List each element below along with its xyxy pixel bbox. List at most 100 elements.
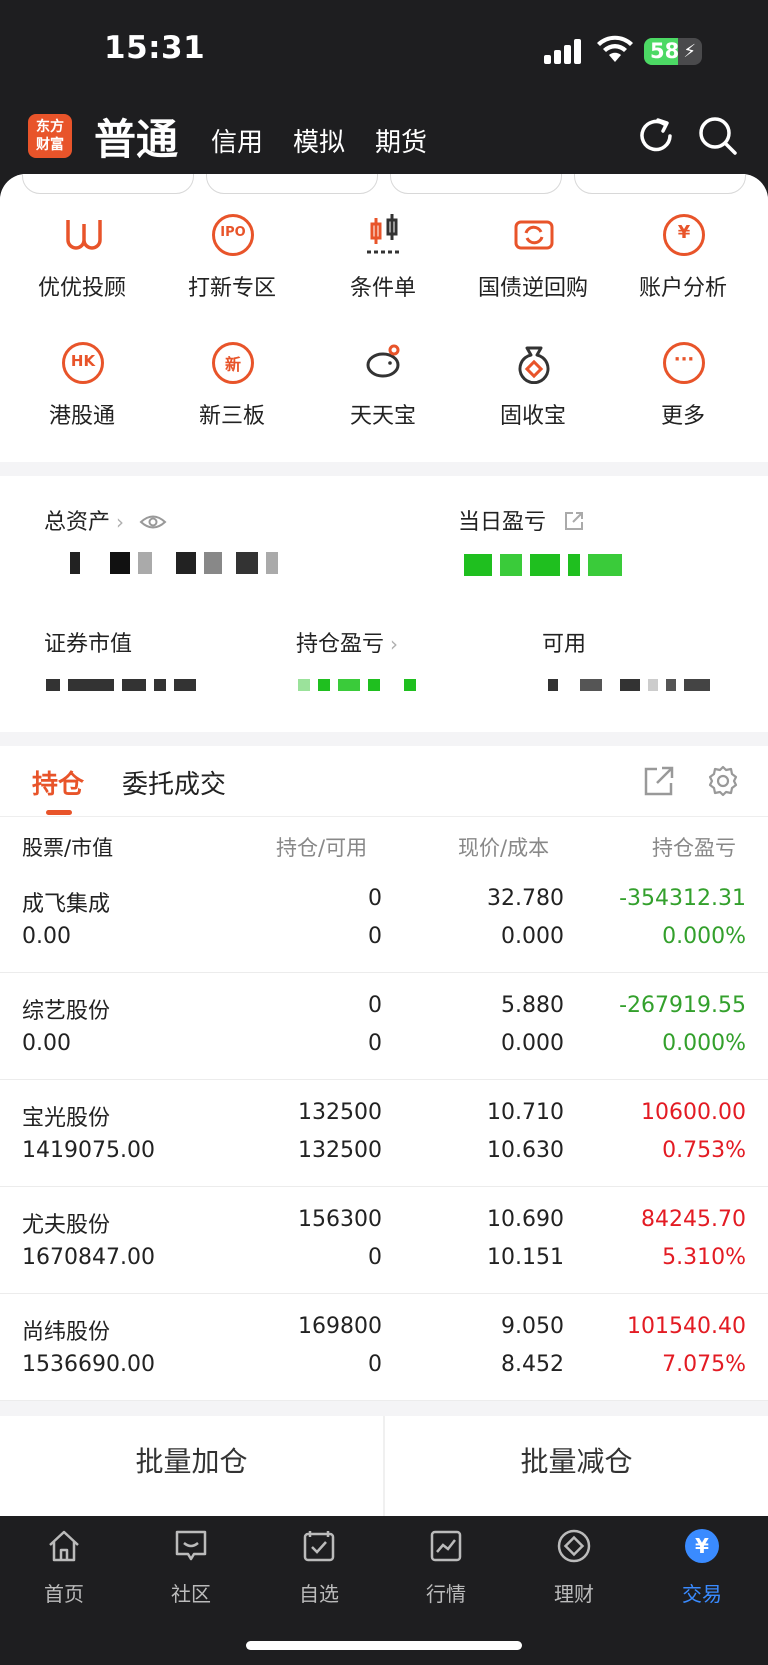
position-pnl-pct: 7.075%: [662, 1352, 746, 1377]
home-icon: [49, 1530, 79, 1562]
total-assets-text: 总资产: [44, 510, 111, 535]
nav-item-community[interactable]: 社区: [141, 1528, 241, 1608]
tab-orders[interactable]: 委托成交: [122, 764, 226, 801]
nav-item-wealth[interactable]: 理财: [524, 1528, 624, 1608]
market-value-masked: [46, 676, 204, 691]
yen-analysis-icon: ¥: [663, 214, 705, 256]
available-qty: 0: [368, 1245, 382, 1270]
quick-action-pill[interactable]: [574, 174, 746, 194]
ipo-icon: IPO: [212, 214, 254, 256]
position-qty: 132500: [298, 1100, 382, 1125]
tab-futures[interactable]: 期货: [375, 122, 427, 159]
holding-row[interactable]: 综艺股份 0.00 0 0 5.880 0.000 -267919.55 0.000%: [0, 973, 768, 1080]
daily-pnl-text: 当日盈亏: [458, 510, 547, 535]
current-price: 10.710: [487, 1100, 564, 1125]
total-assets-masked: [70, 552, 286, 574]
eye-icon[interactable]: [139, 513, 167, 531]
current-price: 5.880: [501, 993, 564, 1018]
grid-item-neeq[interactable]: 新 新三板: [157, 342, 307, 462]
header-divider: [0, 816, 768, 817]
nav-item-home[interactable]: 首页: [14, 1528, 114, 1608]
stock-name: 综艺股份: [22, 999, 111, 1024]
status-bar: 15:31 58 ⚡: [0, 0, 768, 100]
available-masked: [548, 676, 718, 691]
grid-item-ipo[interactable]: IPO 打新专区: [157, 214, 307, 334]
grid-item-conditional-order[interactable]: 条件单: [308, 214, 458, 334]
youyou-icon: [62, 214, 104, 256]
grid-item-account-analysis[interactable]: ¥ 账户分析: [608, 214, 758, 334]
position-pnl-text: 持仓盈亏: [296, 632, 385, 657]
grid-item-reverse-repo[interactable]: 国债逆回购: [458, 214, 608, 334]
external-link-icon[interactable]: [563, 510, 585, 532]
total-assets-label[interactable]: 总资产 ›: [44, 504, 167, 536]
grid-item-gushoubao[interactable]: 固收宝: [458, 342, 608, 462]
col-header-stock[interactable]: 股票/市值: [22, 832, 113, 862]
grid-item-tiantianbao[interactable]: 天天宝: [308, 342, 458, 462]
col-header-position[interactable]: 持仓/可用: [276, 832, 367, 862]
market-value: 1419075.00: [22, 1138, 155, 1163]
new-board-icon: 新: [212, 342, 254, 384]
grid-label: 固收宝: [499, 404, 566, 429]
holding-row[interactable]: 尚纬股份 1536690.00 169800 0 9.050 8.452 101540.40…: [0, 1294, 768, 1401]
wifi-icon: [597, 35, 633, 62]
tab-simulation[interactable]: 模拟: [293, 122, 345, 159]
batch-add-button[interactable]: 批量加仓: [0, 1416, 383, 1516]
cellular-signal-icon: [544, 38, 584, 64]
grid-label: 更多: [660, 404, 705, 429]
available-qty: 0: [368, 924, 382, 949]
quick-action-pill[interactable]: [390, 174, 562, 194]
daily-pnl-label[interactable]: 当日盈亏: [458, 504, 585, 536]
settings-gear-icon[interactable]: [706, 764, 740, 798]
grid-item-more[interactable]: ··· 更多: [608, 342, 758, 462]
cost-price: 0.000: [501, 924, 564, 949]
holding-row[interactable]: 成飞集成 0.00 0 0 32.780 0.000 -354312.31 0.000%: [0, 866, 768, 973]
tab-credit[interactable]: 信用: [211, 122, 263, 159]
col-header-text: 股票/市值: [22, 836, 114, 860]
tab-positions[interactable]: 持仓: [32, 764, 84, 801]
grid-item-hk-connect[interactable]: HK 港股通: [7, 342, 157, 462]
more-icon: ···: [663, 342, 705, 384]
batch-reduce-button[interactable]: 批量减仓: [385, 1416, 768, 1516]
hk-icon: HK: [62, 342, 104, 384]
position-pnl: -267919.55: [619, 993, 746, 1018]
cost-price: 10.630: [487, 1138, 564, 1163]
nav-label: 自选: [299, 1582, 339, 1606]
position-pnl-pct: 0.000%: [662, 1031, 746, 1056]
nav-label: 交易: [682, 1582, 722, 1606]
home-indicator[interactable]: [246, 1641, 522, 1650]
trading-card: 优优投顾 IPO 打新专区 条件单 国债逆回购 ¥ 账户分析 HK 港股通 新 …: [0, 174, 768, 1516]
grid-label: 条件单: [349, 276, 416, 301]
col-header-price[interactable]: 现价/成本: [458, 832, 549, 862]
holding-row[interactable]: 尤夫股份 1670847.00 156300 0 10.690 10.151 84245.7…: [0, 1187, 768, 1294]
market-value-label: 证券市值: [44, 632, 133, 657]
charging-bolt-icon: ⚡: [683, 41, 696, 62]
col-header-pnl[interactable]: 持仓盈亏: [652, 832, 768, 862]
search-icon[interactable]: [696, 114, 740, 158]
share-icon[interactable]: [642, 764, 676, 798]
active-tab-indicator: [46, 810, 72, 815]
grid-label: 天天宝: [349, 404, 416, 429]
nav-label: 理财: [554, 1582, 594, 1606]
app-header: 东方 财富 普通 信用 模拟 期货: [0, 100, 768, 180]
nav-item-market[interactable]: 行情: [396, 1528, 496, 1608]
holding-row[interactable]: 宝光股份 1419075.00 132500 132500 10.710 10.630 10…: [0, 1080, 768, 1187]
available-qty: 132500: [298, 1138, 382, 1163]
position-pnl-masked: [298, 676, 424, 691]
refresh-icon[interactable]: [634, 114, 678, 158]
cost-price: 8.452: [501, 1352, 564, 1377]
tab-normal[interactable]: 普通: [94, 106, 178, 167]
watchlist-icon: [303, 1531, 335, 1562]
candlestick-icon: [363, 214, 405, 256]
quick-action-pill[interactable]: [206, 174, 378, 194]
nav-item-watchlist[interactable]: 自选: [269, 1528, 369, 1608]
battery-percent: 58: [650, 39, 680, 63]
trade-yen-icon: ¥: [685, 1529, 719, 1563]
position-qty: 0: [368, 993, 382, 1018]
nav-item-trade[interactable]: ¥ 交易: [652, 1528, 752, 1608]
quick-action-pill[interactable]: [22, 174, 194, 194]
battery-icon: 58 ⚡: [644, 38, 702, 65]
status-time: 15:31: [104, 30, 206, 66]
position-pnl-label[interactable]: 持仓盈亏 ›: [296, 626, 398, 658]
grid-label: 打新专区: [187, 276, 276, 301]
grid-item-youyou[interactable]: 优优投顾: [7, 214, 157, 334]
